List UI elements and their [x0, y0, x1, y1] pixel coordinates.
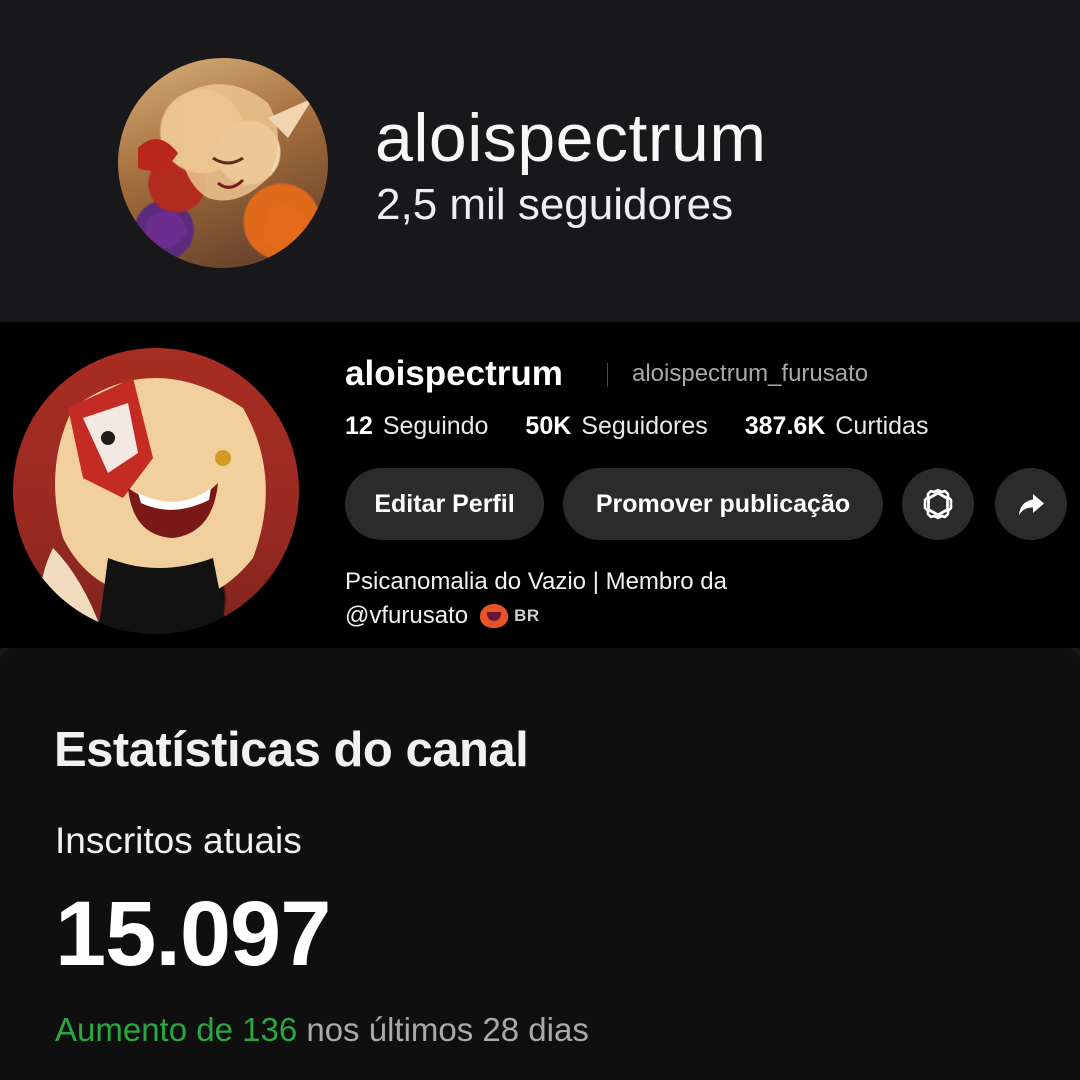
twitch-followers-count: 2,5 mil seguidores	[376, 180, 734, 229]
bio-line: Psicanomalia do Vazio | Membro da	[345, 568, 727, 595]
promote-post-button[interactable]: Promover publicação	[563, 468, 883, 540]
twitch-username: aloispectrum	[375, 100, 767, 176]
name-divider	[607, 363, 608, 387]
avatar-illustration-icon	[39, 378, 266, 634]
stat-label: Seguidores	[581, 412, 708, 440]
share-arrow-icon	[1019, 494, 1044, 515]
tiktok-profile: aloispectrum aloispectrum_furusato 12 Seg…	[0, 322, 1080, 648]
current-subscribers-value: 15.097	[55, 883, 331, 985]
channel-stats-title: Estatísticas do canal	[54, 723, 529, 777]
avatar-illustration-icon	[138, 84, 313, 249]
stat-label: Seguindo	[382, 412, 489, 440]
change-highlight: Aumento de 136	[55, 1011, 298, 1048]
mention-link[interactable]: @vfurusato	[345, 599, 468, 633]
stat-label: Curtidas	[835, 412, 929, 440]
tiktok-username: aloispectrum	[345, 354, 563, 393]
stat-value: 387.6K	[744, 412, 826, 440]
share-button[interactable]	[995, 468, 1067, 540]
tiktok-avatar[interactable]	[13, 348, 299, 634]
twitch-avatar[interactable]	[118, 58, 328, 268]
profile-stats: 12 Seguindo 50K Seguidores 387.6K Curtidas	[345, 410, 958, 442]
stat-followers[interactable]: 50K Seguidores	[525, 410, 707, 442]
edit-profile-button[interactable]: Editar Perfil	[345, 468, 544, 540]
current-subscribers-label: Inscritos atuais	[55, 820, 302, 861]
gear-icon	[923, 488, 953, 520]
stat-value: 12	[345, 412, 373, 440]
change-period: nos últimos 28 dias	[297, 1011, 589, 1048]
profile-bio: Psicanomalia do Vazio | Membro da @vfuru…	[345, 565, 727, 633]
subscriber-change-text: Aumento de 136 nos últimos 28 dias	[55, 1010, 589, 1050]
tiktok-handle: aloispectrum_furusato	[632, 360, 869, 387]
twitch-profile-header: aloispectrum 2,5 mil seguidores	[0, 0, 1080, 322]
settings-button[interactable]	[902, 468, 974, 540]
stat-value: 50K	[525, 412, 572, 440]
bio-line: @vfurusato BR	[345, 599, 727, 633]
screenshot-collage: aloispectrum 2,5 mil seguidores aloispec…	[0, 0, 1080, 1080]
devil-emoji-icon	[480, 604, 509, 628]
region-flag: BR	[514, 606, 540, 625]
stat-following[interactable]: 12 Seguindo	[345, 410, 488, 442]
stat-likes: 387.6K Curtidas	[745, 410, 929, 442]
